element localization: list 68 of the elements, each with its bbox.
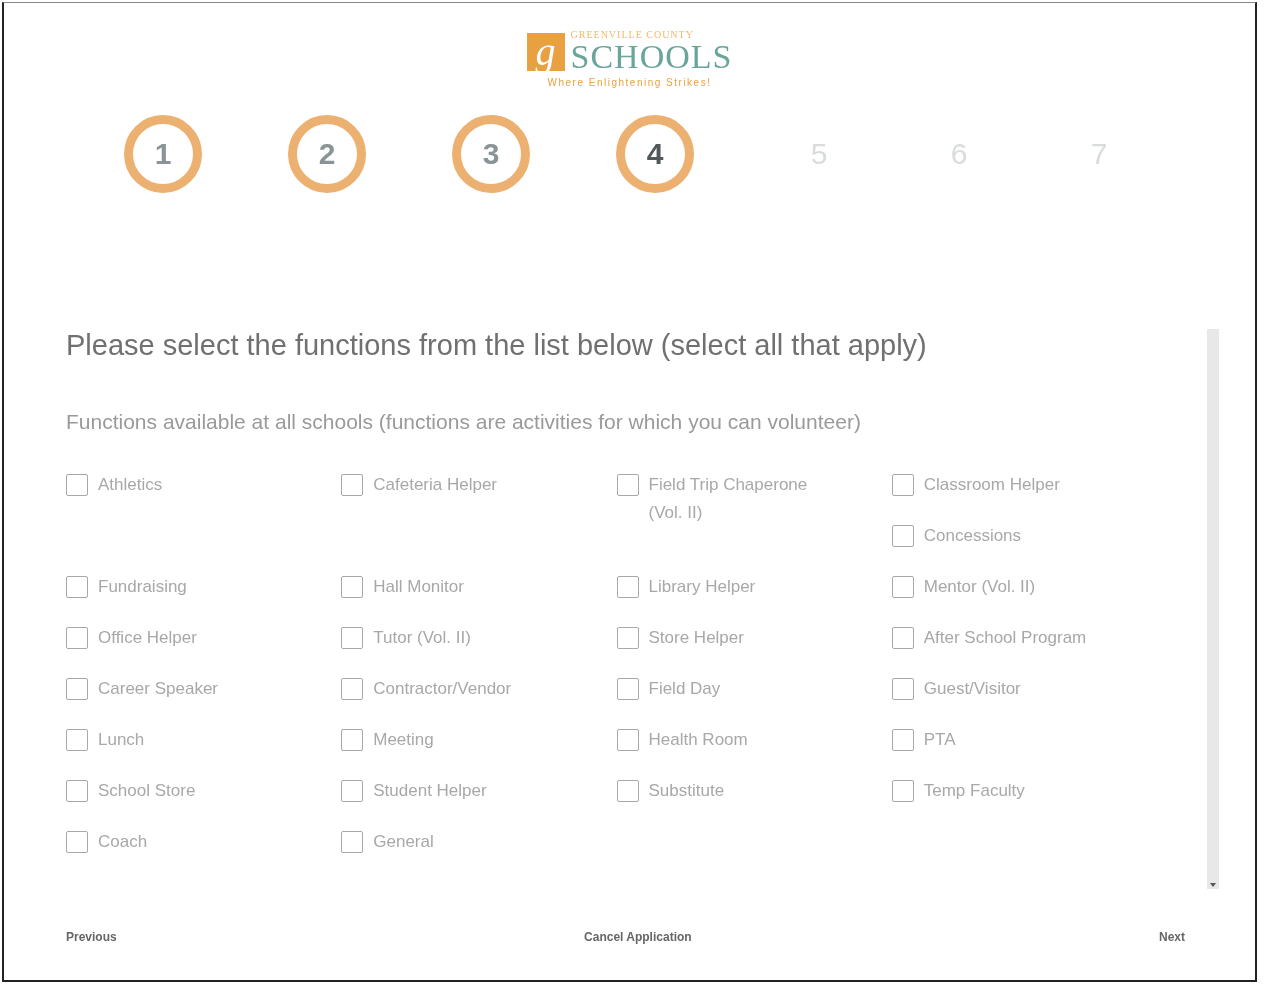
step-indicator: 3 <box>452 115 530 193</box>
checkbox[interactable] <box>341 678 364 700</box>
checkbox[interactable] <box>341 831 364 853</box>
checkbox-label: Tutor (Vol. II) <box>373 627 471 649</box>
checkbox-label: Hall Monitor <box>373 576 464 598</box>
step-indicator: 4 <box>616 115 694 193</box>
section-subheading: Functions available at all schools (functions are activities for which you can volunteer) <box>66 410 862 434</box>
checkbox-label: Meeting <box>373 729 434 751</box>
checkbox[interactable] <box>891 474 914 496</box>
logo-tagline: Where Enlightening Strikes! <box>547 77 712 88</box>
page-heading: Please select the functions from the list below (select all that apply) <box>66 329 928 362</box>
district-name: GREENVILLE COUNTY <box>570 29 695 40</box>
checkbox[interactable] <box>66 576 88 598</box>
checkbox[interactable] <box>341 576 364 598</box>
checkbox-label: Office Helper <box>98 627 197 649</box>
checkbox[interactable] <box>616 729 639 751</box>
checkbox[interactable] <box>341 780 364 802</box>
checkbox[interactable] <box>891 780 914 802</box>
checkbox[interactable] <box>341 627 364 649</box>
checkbox[interactable] <box>891 525 914 547</box>
logo-title: SCHOOLS <box>570 40 733 74</box>
checkbox-label: Temp Faculty <box>923 780 1025 802</box>
previous-link[interactable]: Previous <box>66 930 117 944</box>
checkbox-label: PTA <box>923 729 956 751</box>
checkbox[interactable] <box>66 780 88 802</box>
checkbox-label: Library Helper <box>648 576 756 598</box>
checkbox-label: Store Helper <box>648 627 744 649</box>
checkbox-label: Contractor/Vendor <box>373 678 512 700</box>
cancel-link[interactable]: Cancel Application <box>584 930 692 944</box>
step-indicator: 1 <box>124 115 202 193</box>
checkbox[interactable] <box>341 474 364 496</box>
checkbox[interactable] <box>341 729 364 751</box>
checkbox-label: Field Day <box>648 678 721 700</box>
checkbox[interactable] <box>891 729 914 751</box>
checkbox-label: Classroom Helper <box>923 474 1060 496</box>
checkbox-label: Mentor (Vol. II) <box>923 576 1036 598</box>
checkbox[interactable] <box>66 474 88 496</box>
next-link[interactable]: Next <box>1158 930 1185 944</box>
checkbox-label: Health Room <box>648 729 748 751</box>
checkbox[interactable] <box>891 678 914 700</box>
checkbox-label: Guest/Visitor <box>923 678 1021 700</box>
checkbox-label: Lunch <box>98 729 145 751</box>
checkbox[interactable] <box>66 678 88 700</box>
checkbox[interactable] <box>616 474 639 496</box>
checkbox[interactable] <box>66 729 88 751</box>
checkbox-label: Coach <box>98 831 148 853</box>
checkbox-label: Field Trip Chaperone (Vol. II) <box>648 474 809 524</box>
checkbox-label: Athletics <box>98 474 163 496</box>
checkbox-label: Cafeteria Helper <box>373 474 498 496</box>
checkbox[interactable] <box>891 627 914 649</box>
checkbox-label: After School Program <box>923 627 1087 649</box>
checkbox-label: Student Helper <box>373 780 487 802</box>
checkbox[interactable] <box>616 780 639 802</box>
checkbox[interactable] <box>616 678 639 700</box>
step-indicator: 2 <box>288 115 366 193</box>
checkbox[interactable] <box>66 831 88 853</box>
checkbox-label: General <box>373 831 434 853</box>
checkbox-label: Fundraising <box>98 576 187 598</box>
checkbox-label: School Store <box>98 780 196 802</box>
scrollbar[interactable] <box>1207 329 1219 889</box>
checkbox[interactable] <box>66 627 88 649</box>
checkbox-label: Concessions <box>923 525 1022 547</box>
scroll-down-icon[interactable] <box>1209 881 1217 889</box>
checkbox[interactable] <box>616 627 639 649</box>
checkbox-label: Career Speaker <box>98 678 218 700</box>
checkbox[interactable] <box>891 576 914 598</box>
checkbox-label: Substitute <box>648 780 725 802</box>
checkbox[interactable] <box>616 576 639 598</box>
